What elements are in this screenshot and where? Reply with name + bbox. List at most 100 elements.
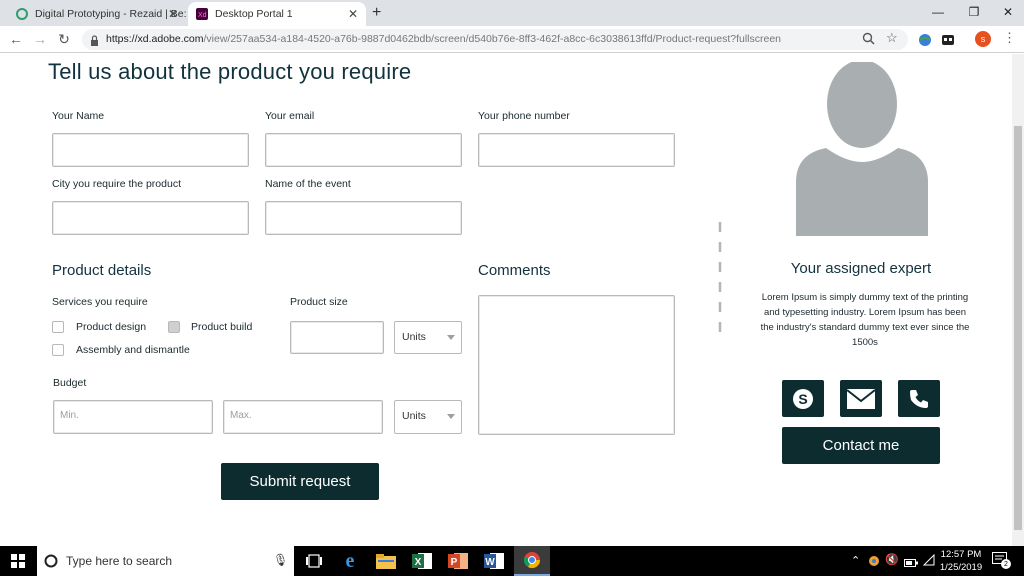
budget-units-value: Units	[402, 410, 426, 422]
budget-max-placeholder: Max.	[230, 410, 252, 421]
product-design-label: Product design	[76, 321, 147, 333]
event-input[interactable]	[265, 201, 462, 235]
adobe-xd-tab-icon: Xd	[196, 8, 208, 20]
profile-avatar[interactable]: s	[975, 31, 991, 47]
browser-tab-strip: Digital Prototyping - Rezaid | Be: ✕ Xd …	[0, 0, 1024, 26]
product-build-checkbox[interactable]	[168, 321, 180, 333]
forward-icon[interactable]: →	[30, 29, 50, 49]
tab-title: Digital Prototyping - Rezaid | Be:	[35, 8, 186, 20]
close-tab-icon[interactable]: ✕	[168, 7, 178, 21]
comments-heading: Comments	[478, 262, 551, 279]
budget-max-input[interactable]: Max.	[223, 400, 383, 434]
budget-units-select[interactable]: Units	[394, 400, 462, 434]
cortana-circle-icon	[44, 554, 58, 573]
comments-textarea[interactable]	[478, 295, 675, 435]
name-input[interactable]	[52, 133, 249, 167]
volume-muted-icon[interactable]: 🔇	[885, 553, 899, 566]
event-label: Name of the event	[265, 178, 351, 190]
minimize-icon[interactable]: —	[920, 0, 956, 24]
svg-text:P: P	[451, 557, 458, 568]
url-path: /view/257aa534-a184-4520-a76b-9887d0462b…	[203, 33, 782, 45]
tab-desktop-portal[interactable]: Xd Desktop Portal 1 ✕	[188, 2, 366, 26]
network-globe-icon[interactable]	[868, 554, 880, 572]
svg-text:W: W	[485, 557, 495, 568]
chevron-down-icon	[447, 335, 455, 340]
task-view-icon[interactable]	[296, 546, 332, 576]
name-label: Your Name	[52, 110, 105, 122]
product-build-label: Product build	[191, 321, 253, 333]
battery-icon[interactable]	[904, 555, 918, 573]
powerpoint-icon[interactable]: P	[440, 546, 476, 576]
behance-tab-icon	[16, 8, 28, 20]
extension-globe-icon[interactable]	[918, 33, 932, 52]
product-design-checkbox[interactable]	[52, 321, 64, 333]
file-explorer-icon[interactable]	[368, 546, 404, 576]
avatar-placeholder-icon	[796, 62, 928, 236]
clock-date: 1/25/2019	[939, 562, 983, 573]
phone-input[interactable]	[478, 133, 675, 167]
services-label: Services you require	[52, 296, 148, 308]
phone-button[interactable]	[898, 380, 940, 417]
new-tab-button[interactable]: +	[372, 4, 381, 22]
close-window-icon[interactable]: ✕	[990, 0, 1024, 24]
dashed-divider	[718, 222, 722, 340]
svg-text:X: X	[415, 557, 422, 568]
skype-icon: S	[793, 388, 813, 409]
mail-icon	[846, 388, 876, 409]
clock-time: 12:57 PM	[940, 549, 982, 560]
restore-icon[interactable]: ❐	[956, 0, 992, 24]
size-units-select[interactable]: Units	[394, 321, 462, 354]
size-units-value: Units	[402, 331, 426, 343]
wifi-icon[interactable]	[922, 553, 935, 569]
menu-kebab-icon[interactable]: ⋮	[1003, 30, 1016, 46]
city-input[interactable]	[52, 201, 249, 235]
taskbar-clock[interactable]: 12:57 PM 1/25/2019	[939, 548, 983, 574]
email-input[interactable]	[265, 133, 462, 167]
email-button[interactable]	[840, 380, 882, 417]
assembly-checkbox[interactable]	[52, 344, 64, 356]
microphone-icon[interactable]: 🎙	[273, 553, 288, 567]
word-icon[interactable]: W	[476, 546, 512, 576]
phone-label: Your phone number	[478, 110, 570, 122]
svg-text:S: S	[798, 391, 807, 407]
product-details-heading: Product details	[52, 262, 152, 279]
notification-center-icon[interactable]: 2	[992, 552, 1011, 569]
budget-min-input[interactable]: Min.	[53, 400, 213, 434]
bookmark-star-icon[interactable]: ☆	[886, 30, 898, 46]
page-title: Tell us about the product you require	[48, 59, 412, 84]
phone-icon	[910, 389, 928, 408]
expert-heading: Your assigned expert	[790, 260, 932, 277]
product-size-input[interactable]	[290, 321, 384, 354]
back-icon[interactable]: ←	[6, 29, 26, 49]
chevron-up-icon[interactable]: ⌃	[851, 554, 860, 567]
taskbar-search-placeholder: Type here to search	[66, 554, 173, 568]
contact-me-button[interactable]: Contact me	[782, 427, 940, 464]
tab-title: Desktop Portal 1	[215, 8, 293, 20]
taskbar-search-box[interactable]: Type here to search 🎙	[37, 546, 294, 576]
zoom-icon[interactable]	[862, 32, 875, 50]
tab-digital-prototyping[interactable]: Digital Prototyping - Rezaid | Be: ✕	[8, 2, 186, 26]
product-size-label: Product size	[290, 296, 348, 308]
edge-browser-icon[interactable]: e	[332, 546, 368, 576]
notification-count-badge: 2	[1001, 559, 1011, 569]
chrome-taskbar-icon[interactable]	[514, 546, 550, 576]
close-tab-icon[interactable]: ✕	[348, 7, 358, 21]
email-label: Your email	[265, 110, 315, 122]
lock-icon	[90, 33, 99, 51]
skype-button[interactable]: S	[782, 380, 824, 417]
url-host: https://xd.adobe.com	[106, 33, 204, 45]
scrollbar-thumb[interactable]	[1014, 126, 1022, 530]
chevron-down-icon	[447, 414, 455, 419]
address-bar[interactable]: https://xd.adobe.com/view/257aa534-a184-…	[82, 29, 908, 50]
city-label: City you require the product	[52, 178, 181, 190]
windows-start-icon[interactable]	[11, 554, 25, 573]
budget-label: Budget	[53, 377, 87, 389]
svg-text:Xd: Xd	[198, 12, 207, 19]
reload-icon[interactable]: ↻	[54, 29, 74, 49]
extension-icon[interactable]	[941, 33, 955, 52]
budget-min-placeholder: Min.	[60, 410, 79, 421]
assembly-label: Assembly and dismantle	[76, 344, 190, 356]
excel-icon[interactable]: X	[404, 546, 440, 576]
submit-request-button[interactable]: Submit request	[221, 463, 379, 500]
page-content: Tell us about the product you require Yo…	[0, 54, 1012, 546]
